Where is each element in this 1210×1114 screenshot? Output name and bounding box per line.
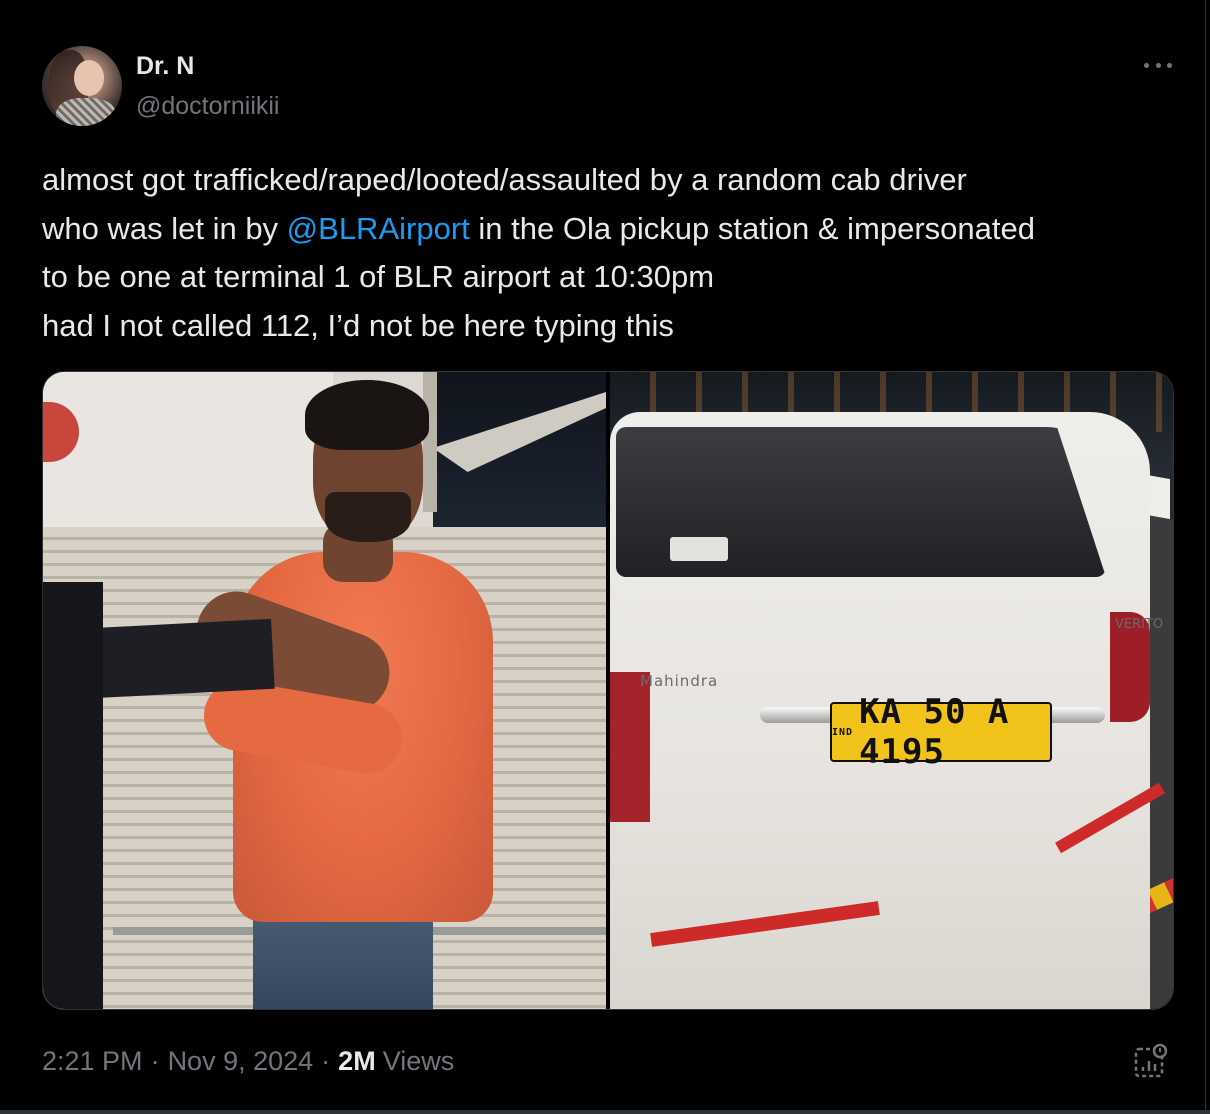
tweet-text-line2-after: in the Ola pickup station & impersonated — [469, 210, 1035, 246]
mention-link[interactable]: @BLRAirport — [287, 211, 470, 246]
separator: · — [150, 1046, 160, 1076]
views-count: 2M — [338, 1046, 376, 1076]
photo-man-orange-shirt[interactable] — [43, 372, 606, 1009]
window-sticker — [670, 537, 728, 561]
pillar — [423, 372, 437, 512]
tweet-time[interactable]: 2:21 PM — [42, 1046, 143, 1077]
wall — [43, 372, 333, 527]
tweet-text-line3: to be one at terminal 1 of BLR airport a… — [42, 259, 715, 294]
plate-number: KA 50 A 4195 — [859, 692, 1010, 772]
tweet-text: almost got trafficked/raped/looted/assau… — [42, 156, 1172, 350]
car-model-badge: VERITO — [1115, 617, 1164, 632]
suit-arm — [43, 582, 103, 1009]
tweet-meta: 2:21 PM · Nov 9, 2024 · 2M Views — [42, 1046, 454, 1077]
tweet-text-line2-before: who was let in by — [42, 210, 287, 246]
author-display-name[interactable]: Dr. N — [136, 52, 194, 81]
car-brand-badge: Mahindra — [640, 672, 719, 690]
tweet-date[interactable]: Nov 9, 2024 — [168, 1046, 314, 1077]
more-horizontal-icon[interactable] — [1144, 60, 1172, 70]
beard — [325, 492, 411, 542]
media-grid: Mahindra VERITO IND KA 50 A 4195 — [42, 371, 1174, 1010]
tail-light-left — [610, 672, 650, 822]
hair — [305, 380, 429, 450]
divider-right — [1205, 0, 1206, 1114]
analytics-icon[interactable] — [1134, 1042, 1168, 1080]
divider-bottom — [0, 1110, 1210, 1114]
license-plate: IND KA 50 A 4195 — [830, 692, 1052, 772]
avatar[interactable] — [42, 46, 122, 126]
tweet-text-line4: had I not called 112, I’d not be here ty… — [42, 307, 674, 343]
more-dot — [1155, 62, 1161, 68]
tweet-text-line1: almost got trafficked/raped/looted/assau… — [42, 162, 967, 197]
more-dot — [1167, 62, 1172, 68]
avatar-body — [56, 98, 116, 126]
avatar-face — [74, 60, 104, 96]
plate-prefix: IND — [832, 726, 854, 738]
tweet-card: Dr. N @doctorniikii almost got trafficke… — [0, 0, 1210, 1114]
separator: · — [321, 1046, 331, 1076]
views-label: Views — [382, 1046, 455, 1076]
more-dot — [1144, 62, 1149, 68]
photo-white-cab[interactable]: Mahindra VERITO IND KA 50 A 4195 — [610, 372, 1173, 1009]
author-handle[interactable]: @doctorniikii — [136, 92, 279, 121]
